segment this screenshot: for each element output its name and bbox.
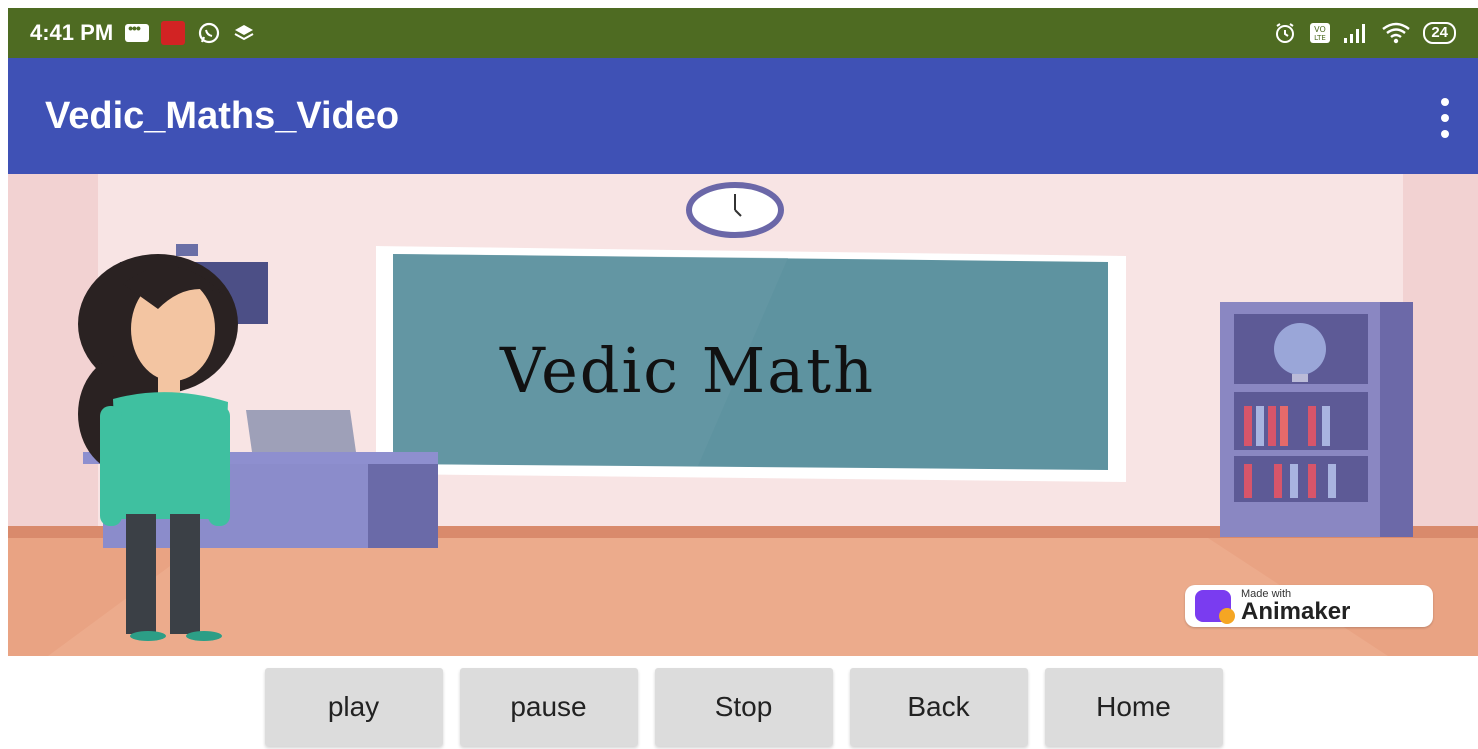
alarm-icon: [1273, 21, 1297, 45]
status-left: 4:41 PM: [30, 20, 255, 46]
app-notification-icon: [161, 21, 186, 45]
svg-text:LTE: LTE: [1314, 34, 1326, 42]
animaker-badge: Made with Animaker: [1185, 585, 1433, 627]
signal-icon: [1343, 22, 1369, 44]
status-right: VO LTE 24: [1273, 21, 1456, 45]
board-title: Vedic Math: [500, 334, 876, 407]
wifi-icon: [1381, 21, 1411, 45]
classroom-scene: [8, 174, 1478, 656]
play-button[interactable]: play: [264, 668, 443, 746]
controls-bar: play pause Stop Back Home: [0, 668, 1478, 746]
animaker-text: Made with Animaker: [1241, 588, 1351, 625]
animaker-brand-text: Animaker: [1241, 597, 1351, 625]
animaker-logo-icon: [1195, 590, 1235, 624]
pause-button[interactable]: pause: [459, 668, 638, 746]
volte-icon: VO LTE: [1309, 22, 1331, 44]
app-title: Vedic_Maths_Video: [45, 94, 400, 137]
battery-icon: 24: [1423, 22, 1456, 44]
video-player[interactable]: Vedic Math Made with Animaker: [8, 174, 1478, 656]
back-button[interactable]: Back: [849, 668, 1028, 746]
message-icon: [125, 20, 150, 42]
overflow-menu-icon[interactable]: [1438, 98, 1452, 138]
stop-button[interactable]: Stop: [654, 668, 833, 746]
home-button[interactable]: Home: [1044, 668, 1223, 746]
status-bar: 4:41 PM VOLTE 24: [8, 8, 1478, 58]
whatsapp-icon: [197, 21, 221, 45]
svg-text:VO: VO: [1314, 25, 1326, 34]
status-time: 4:41 PM: [30, 20, 114, 45]
layers-icon: [233, 22, 255, 44]
app-bar: Vedic_Maths_Video: [8, 58, 1478, 174]
